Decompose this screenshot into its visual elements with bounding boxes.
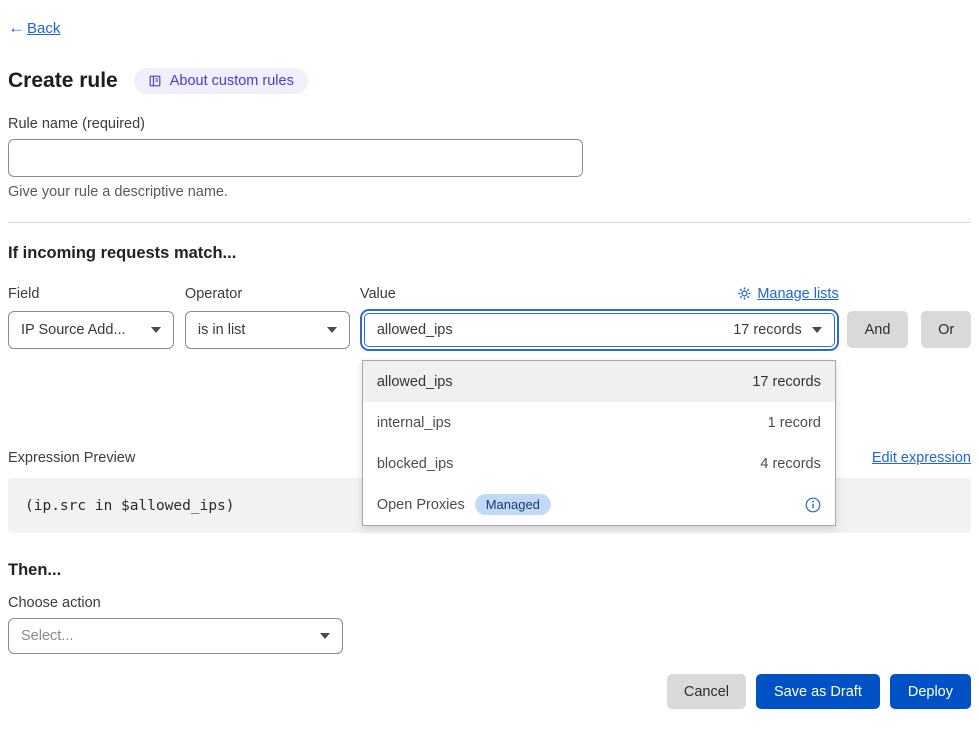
about-custom-rules-link[interactable]: About custom rules bbox=[134, 68, 308, 94]
operator-label: Operator bbox=[185, 286, 242, 302]
title-row: Create rule About custom rules bbox=[8, 68, 971, 94]
list-dropdown: allowed_ips 17 records internal_ips 1 re… bbox=[362, 360, 836, 526]
expression-code: (ip.src in $allowed_ips) bbox=[25, 498, 235, 514]
value-select-value: allowed_ips bbox=[377, 322, 453, 338]
rule-name-group: Rule name (required) Give your rule a de… bbox=[8, 116, 971, 200]
list-item-count: 1 record bbox=[768, 415, 821, 431]
rule-name-input[interactable] bbox=[8, 139, 583, 177]
caret-down-icon bbox=[320, 633, 330, 639]
value-label: Value bbox=[360, 286, 396, 302]
and-button[interactable]: And bbox=[847, 311, 909, 348]
match-row: Field IP Source Add... Operator is in li… bbox=[8, 284, 971, 351]
list-item[interactable]: allowed_ips 17 records bbox=[363, 361, 835, 402]
managed-badge: Managed bbox=[475, 494, 551, 515]
action-select[interactable]: Select... bbox=[8, 618, 343, 654]
save-as-draft-button[interactable]: Save as Draft bbox=[756, 674, 880, 709]
action-select-placeholder: Select... bbox=[21, 628, 73, 644]
list-item[interactable]: blocked_ips 4 records bbox=[363, 443, 835, 484]
field-select-value: IP Source Add... bbox=[21, 322, 126, 338]
caret-down-icon bbox=[327, 327, 337, 333]
list-item-count: 4 records bbox=[760, 456, 820, 472]
footer-actions: Cancel Save as Draft Deploy bbox=[8, 674, 971, 709]
value-select[interactable]: allowed_ips 17 records bbox=[364, 313, 835, 347]
expression-preview-label: Expression Preview bbox=[8, 450, 135, 466]
value-select-focus-ring: allowed_ips 17 records bbox=[360, 309, 839, 351]
edit-expression-link[interactable]: Edit expression bbox=[872, 450, 971, 466]
then-heading: Then... bbox=[8, 561, 971, 580]
value-select-count: 17 records bbox=[733, 322, 802, 338]
field-select[interactable]: IP Source Add... bbox=[8, 311, 174, 349]
value-column: Value Manage lists bbox=[360, 284, 839, 351]
back-link-label: Back bbox=[27, 20, 60, 37]
cancel-button[interactable]: Cancel bbox=[667, 674, 746, 709]
manage-lists-link[interactable]: Manage lists bbox=[738, 286, 838, 302]
manage-lists-label: Manage lists bbox=[757, 286, 838, 302]
or-button[interactable]: Or bbox=[921, 311, 971, 348]
back-link[interactable]: ←Back bbox=[8, 18, 60, 38]
rule-name-helper: Give your rule a descriptive name. bbox=[8, 184, 971, 200]
create-rule-page: ←Back Create rule About custom rules Rul… bbox=[0, 0, 979, 709]
about-badge-label: About custom rules bbox=[170, 73, 294, 89]
page-title: Create rule bbox=[8, 69, 118, 93]
match-heading: If incoming requests match... bbox=[8, 244, 971, 263]
gear-icon bbox=[738, 287, 751, 300]
deploy-button[interactable]: Deploy bbox=[890, 674, 971, 709]
caret-down-icon bbox=[151, 327, 161, 333]
caret-down-icon bbox=[812, 327, 822, 333]
list-item[interactable]: Open Proxies Managed bbox=[363, 484, 835, 525]
book-icon bbox=[148, 74, 162, 88]
field-label: Field bbox=[8, 286, 39, 302]
list-item-name: allowed_ips bbox=[377, 374, 453, 390]
list-item[interactable]: internal_ips 1 record bbox=[363, 402, 835, 443]
operator-select-value: is in list bbox=[198, 322, 246, 338]
operator-select[interactable]: is in list bbox=[185, 311, 350, 349]
operator-column: Operator is in list bbox=[185, 284, 350, 349]
rule-name-label: Rule name (required) bbox=[8, 116, 971, 132]
list-item-count: 17 records bbox=[752, 374, 821, 390]
choose-action-label: Choose action bbox=[8, 595, 971, 611]
list-item-name: blocked_ips bbox=[377, 456, 454, 472]
back-arrow-icon: ← bbox=[8, 18, 25, 38]
field-column: Field IP Source Add... bbox=[8, 284, 174, 349]
list-item-name: internal_ips bbox=[377, 415, 451, 431]
list-item-name: Open Proxies bbox=[377, 497, 465, 513]
section-divider bbox=[8, 222, 971, 223]
info-icon[interactable] bbox=[805, 497, 821, 513]
